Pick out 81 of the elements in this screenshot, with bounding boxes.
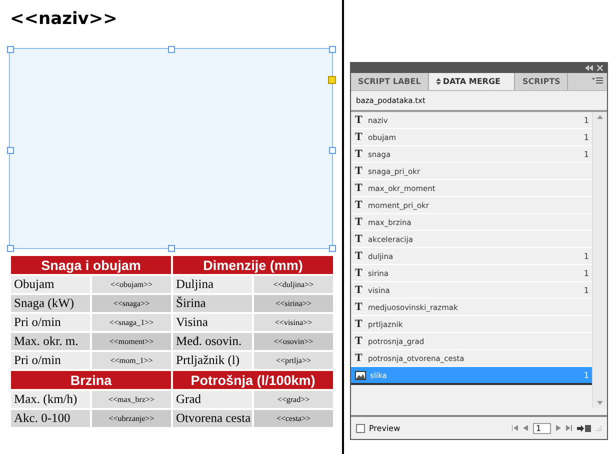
- merge-field: <<duljina>>: [253, 275, 334, 294]
- text-field-icon: T: [355, 267, 364, 279]
- image-field-icon: [355, 370, 366, 380]
- section-header: Dimenzije (mm): [172, 255, 334, 275]
- page-count: 1: [584, 116, 589, 124]
- spec-label: Duljina: [172, 275, 253, 294]
- merge-field: <<cesta>>: [253, 409, 334, 428]
- text-field-icon: T: [355, 182, 364, 194]
- merge-field: <<sirina>>: [253, 294, 334, 313]
- spec-label: Grad: [172, 390, 253, 409]
- merge-field: <<visina>>: [253, 313, 334, 332]
- text-field-icon: T: [355, 318, 364, 330]
- spec-label: Pri o/min: [10, 313, 91, 332]
- merge-field: <<prtlja>>: [253, 351, 334, 370]
- text-field-icon: T: [355, 148, 364, 160]
- scroll-up-icon[interactable]: [597, 115, 603, 119]
- resize-handle[interactable]: [329, 147, 336, 154]
- merge-field: <<snaga_1>>: [91, 313, 172, 332]
- resize-handle[interactable]: [168, 245, 175, 252]
- panel-menu-icon[interactable]: [592, 77, 603, 84]
- resize-handle[interactable]: [329, 245, 336, 252]
- spec-label: Širina: [172, 294, 253, 313]
- close-icon[interactable]: [597, 64, 603, 70]
- page-count: 1: [584, 370, 589, 380]
- resize-handle[interactable]: [168, 46, 175, 53]
- previous-record-icon[interactable]: [523, 425, 528, 431]
- page-count: 1: [584, 286, 589, 294]
- page-count: 1: [584, 132, 589, 142]
- spec-label: Pri o/min: [10, 351, 91, 370]
- next-record-icon[interactable]: [556, 425, 561, 431]
- section-header: Brzina: [10, 370, 172, 390]
- text-field-icon: T: [355, 216, 364, 228]
- spec-label: Obujam: [10, 275, 91, 294]
- merge-field: <<mom_1>>: [91, 351, 172, 370]
- merge-field: <<grad>>: [253, 390, 334, 409]
- create-merged-document-icon[interactable]: [577, 424, 591, 432]
- text-field-icon: T: [355, 250, 364, 262]
- spec-label: Max. okr. m.: [10, 332, 91, 351]
- spec-label: Snaga (kW): [10, 294, 91, 313]
- spec-label: Akc. 0-100: [10, 409, 91, 428]
- merge-field: <<ubrzanje>>: [91, 409, 172, 428]
- resize-handle[interactable]: [7, 46, 14, 53]
- merge-field: <<snaga>>: [91, 294, 172, 313]
- text-field-icon: T: [355, 233, 364, 245]
- panel-tab[interactable]: SCRIPTS: [515, 73, 568, 90]
- page-count: 1: [584, 150, 589, 158]
- section-header: Snaga i obujam: [10, 255, 172, 275]
- merge-field: <<naziv>>: [10, 9, 118, 29]
- resize-handle[interactable]: [329, 46, 336, 53]
- spec-label: Visina: [172, 313, 253, 332]
- page-count: 1: [584, 252, 589, 260]
- merge-field: <<moment>>: [91, 332, 172, 351]
- merge-field: <<obujam>>: [91, 275, 172, 294]
- merge-field: <<max_brz>>: [91, 390, 172, 409]
- spec-label: Međ. osovin.: [172, 332, 253, 351]
- page-count: 1: [584, 268, 589, 278]
- text-field-icon: T: [355, 114, 364, 126]
- preview-label: Preview: [369, 424, 400, 432]
- text-field-icon: T: [355, 335, 364, 347]
- spec-label: Prtljažnik (l): [172, 351, 253, 370]
- collapse-icon[interactable]: [585, 64, 593, 70]
- anchor-handle[interactable]: [328, 76, 336, 84]
- record-field[interactable]: 1: [533, 422, 551, 434]
- preview-checkbox[interactable]: [356, 424, 365, 432]
- text-field-icon: T: [355, 131, 364, 143]
- text-field-icon: T: [355, 301, 364, 313]
- text-field-icon: T: [355, 352, 364, 364]
- resize-handle[interactable]: [7, 147, 14, 154]
- spec-label: Max. (km/h): [10, 390, 91, 409]
- text-field-icon: T: [355, 284, 364, 296]
- sort-arrows-icon: [436, 78, 441, 85]
- resize-handle[interactable]: [7, 245, 14, 252]
- first-record-icon[interactable]: [512, 425, 518, 431]
- merge-field: <<osovin>>: [253, 332, 334, 351]
- scroll-down-icon[interactable]: [597, 401, 603, 405]
- last-record-icon[interactable]: [566, 425, 572, 431]
- spec-label: Otvorena cesta: [172, 409, 253, 428]
- panel-tab[interactable]: DATA MERGE: [428, 73, 516, 90]
- text-field-icon: T: [355, 165, 364, 177]
- text-field-icon: T: [355, 199, 364, 211]
- resize-grip-icon: [596, 425, 602, 431]
